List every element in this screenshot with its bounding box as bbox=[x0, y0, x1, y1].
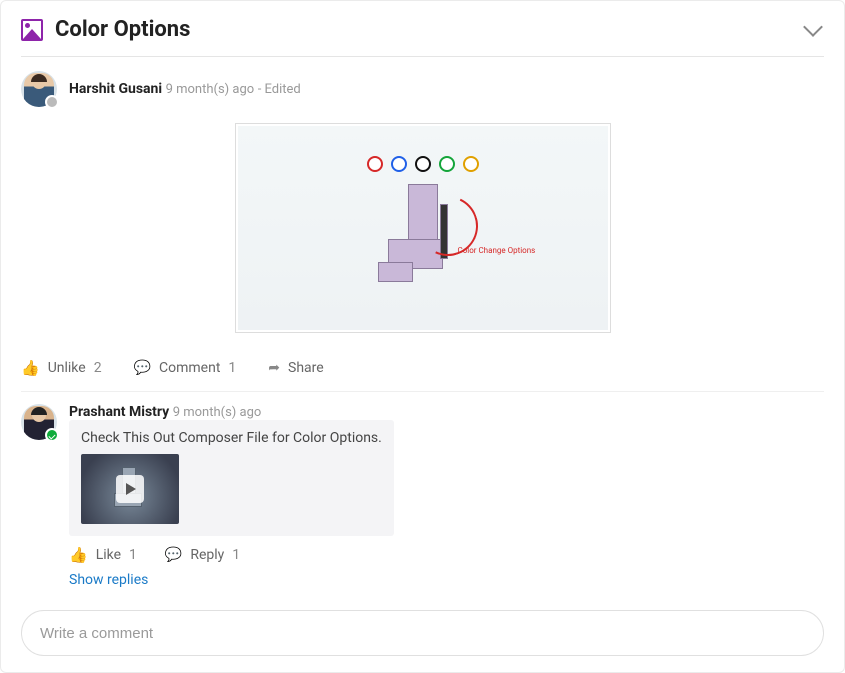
author-name[interactable]: Harshit Gusani bbox=[69, 81, 162, 97]
swatch-black bbox=[415, 156, 431, 172]
share-button[interactable]: ➦ Share bbox=[268, 359, 323, 377]
annotation-text: Color Change Options bbox=[458, 246, 536, 255]
card-header: Color Options bbox=[21, 9, 824, 57]
comment-button[interactable]: 💬 Comment 1 bbox=[134, 359, 237, 377]
comment-count: 1 bbox=[228, 360, 236, 376]
post-attachment[interactable]: Color Change Options bbox=[235, 123, 611, 333]
card-title: Color Options bbox=[55, 17, 190, 42]
thumbs-up-icon: 👍 bbox=[21, 359, 40, 377]
comment-timestamp: 9 month(s) ago bbox=[173, 405, 262, 420]
unlike-label: Unlike bbox=[48, 360, 86, 376]
thumbs-up-icon: 👍 bbox=[69, 546, 88, 564]
like-count: 2 bbox=[94, 360, 102, 376]
post-head: Harshit Gusani 9 month(s) ago - Edited bbox=[21, 71, 824, 107]
comment: Prashant Mistry 9 month(s) ago Check Thi… bbox=[21, 392, 824, 598]
author-line: Harshit Gusani 9 month(s) ago - Edited bbox=[69, 81, 301, 97]
swatch-red bbox=[367, 156, 383, 172]
video-thumbnail[interactable] bbox=[81, 454, 179, 524]
play-icon bbox=[116, 475, 144, 503]
comment-like-label: Like bbox=[96, 547, 121, 563]
share-icon: ➦ bbox=[268, 360, 280, 376]
speech-bubble-icon: 💬 bbox=[165, 547, 182, 563]
attachment-image: Color Change Options bbox=[238, 126, 608, 330]
color-swatches bbox=[367, 156, 479, 172]
comment-like-count: 1 bbox=[129, 547, 137, 563]
image-icon bbox=[21, 19, 43, 41]
comment-author-name[interactable]: Prashant Mistry bbox=[69, 404, 169, 420]
status-indicator-offline bbox=[45, 95, 59, 109]
swatch-green bbox=[439, 156, 455, 172]
post: Harshit Gusani 9 month(s) ago - Edited bbox=[21, 57, 824, 656]
chevron-down-icon[interactable] bbox=[803, 17, 823, 37]
speech-bubble-icon: 💬 bbox=[134, 360, 151, 376]
show-replies-link[interactable]: Show replies bbox=[69, 568, 824, 598]
comment-bubble: Check This Out Composer File for Color O… bbox=[69, 420, 394, 536]
share-label: Share bbox=[288, 360, 324, 376]
comment-body: Prashant Mistry 9 month(s) ago Check Thi… bbox=[69, 404, 824, 598]
comment-actions: 👍 Like 1 💬 Reply 1 bbox=[69, 536, 824, 568]
post-edited-label: - Edited bbox=[258, 82, 301, 97]
comment-reply-label: Reply bbox=[190, 547, 224, 563]
post-card: Color Options Harshit Gusani 9 month(s) … bbox=[0, 0, 845, 673]
card-header-left: Color Options bbox=[21, 17, 190, 42]
comment-reply-count: 1 bbox=[232, 547, 240, 563]
comment-author-avatar[interactable] bbox=[21, 404, 57, 440]
status-indicator-online bbox=[45, 428, 59, 442]
comment-label: Comment bbox=[159, 360, 220, 376]
comment-author-line: Prashant Mistry 9 month(s) ago bbox=[69, 404, 824, 420]
post-timestamp: 9 month(s) ago bbox=[166, 82, 255, 97]
comment-input[interactable] bbox=[38, 624, 807, 643]
post-action-bar: 👍 Unlike 2 💬 Comment 1 ➦ Share bbox=[21, 349, 824, 392]
compose-comment[interactable] bbox=[21, 610, 824, 656]
swatch-blue bbox=[391, 156, 407, 172]
comment-text: Check This Out Composer File for Color O… bbox=[81, 430, 382, 446]
unlike-button[interactable]: 👍 Unlike 2 bbox=[21, 359, 102, 377]
comment-like-button[interactable]: 👍 Like 1 bbox=[69, 546, 137, 564]
comment-reply-button[interactable]: 💬 Reply 1 bbox=[165, 546, 240, 564]
swatch-yellow bbox=[463, 156, 479, 172]
author-avatar[interactable] bbox=[21, 71, 57, 107]
